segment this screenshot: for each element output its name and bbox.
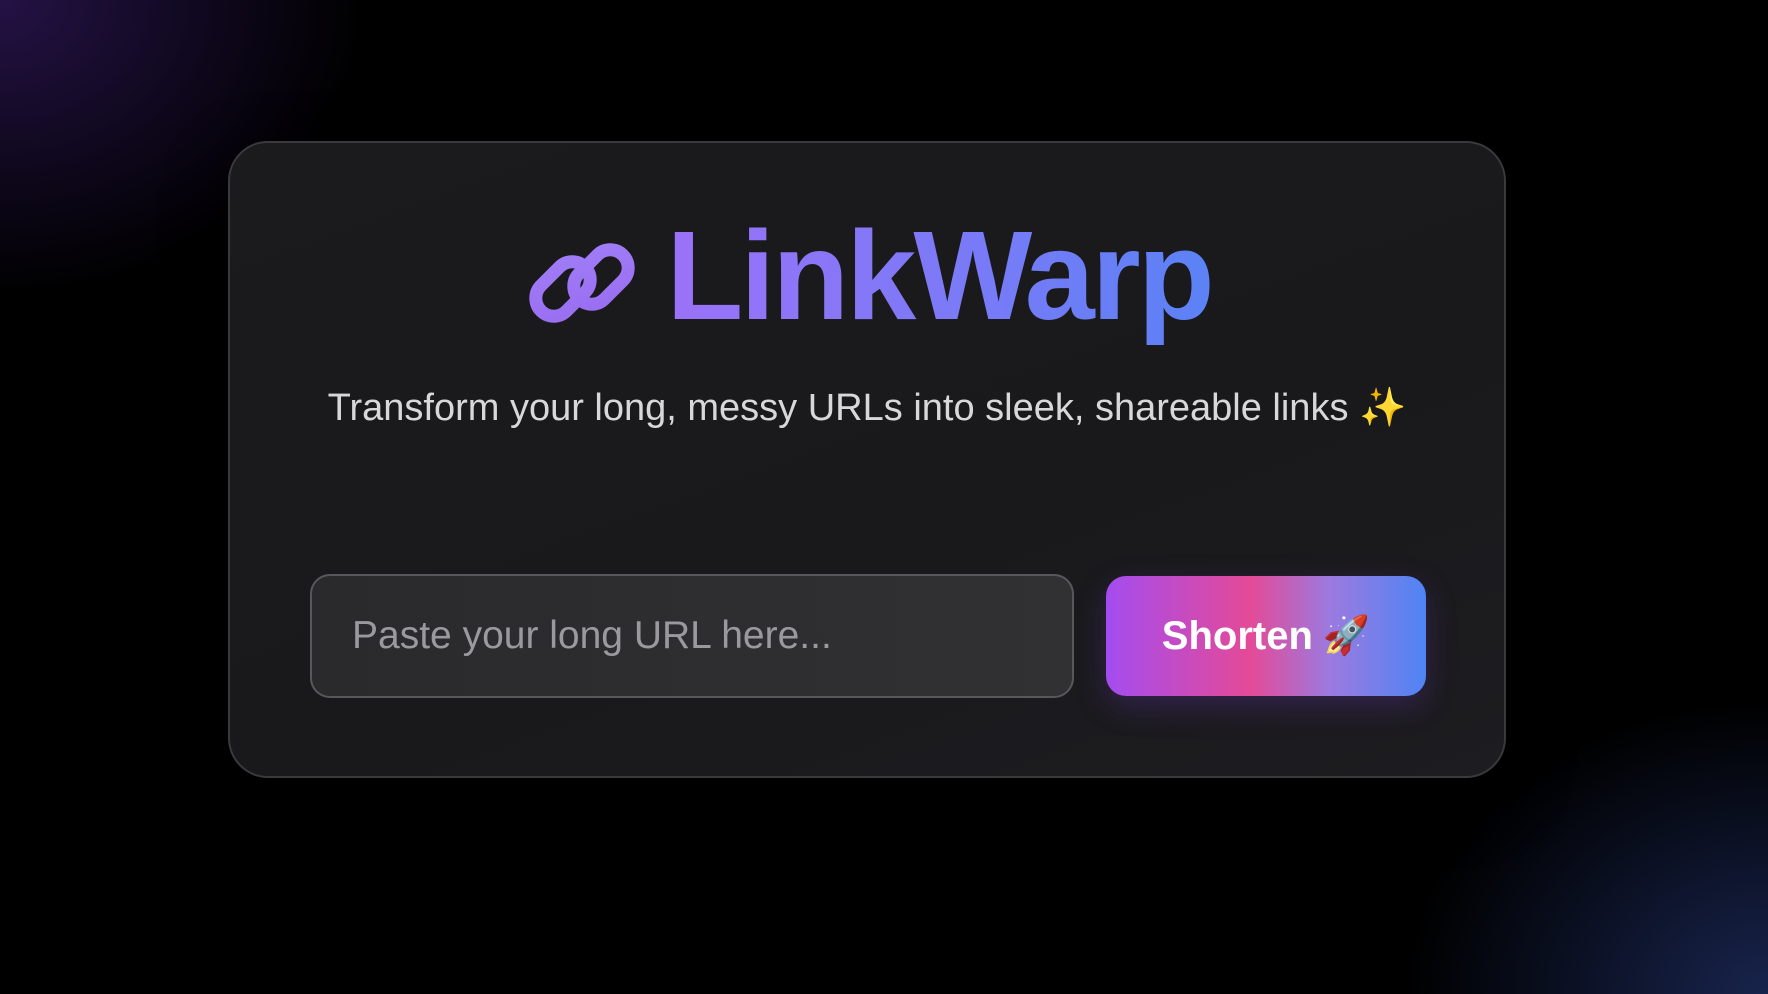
rocket-icon: 🚀 <box>1322 615 1371 657</box>
shorten-button[interactable]: Shorten 🚀 <box>1106 576 1426 696</box>
shorten-button-label: Shorten <box>1161 613 1313 658</box>
shortener-card: LinkWarp Transform your long, messy URLs… <box>228 141 1506 778</box>
app-title: LinkWarp <box>666 213 1214 353</box>
link-chain-icon <box>529 243 636 323</box>
brand-header: LinkWarp <box>230 213 1504 353</box>
tagline: Transform your long, messy URLs into sle… <box>327 387 1407 429</box>
url-input[interactable] <box>310 574 1074 698</box>
